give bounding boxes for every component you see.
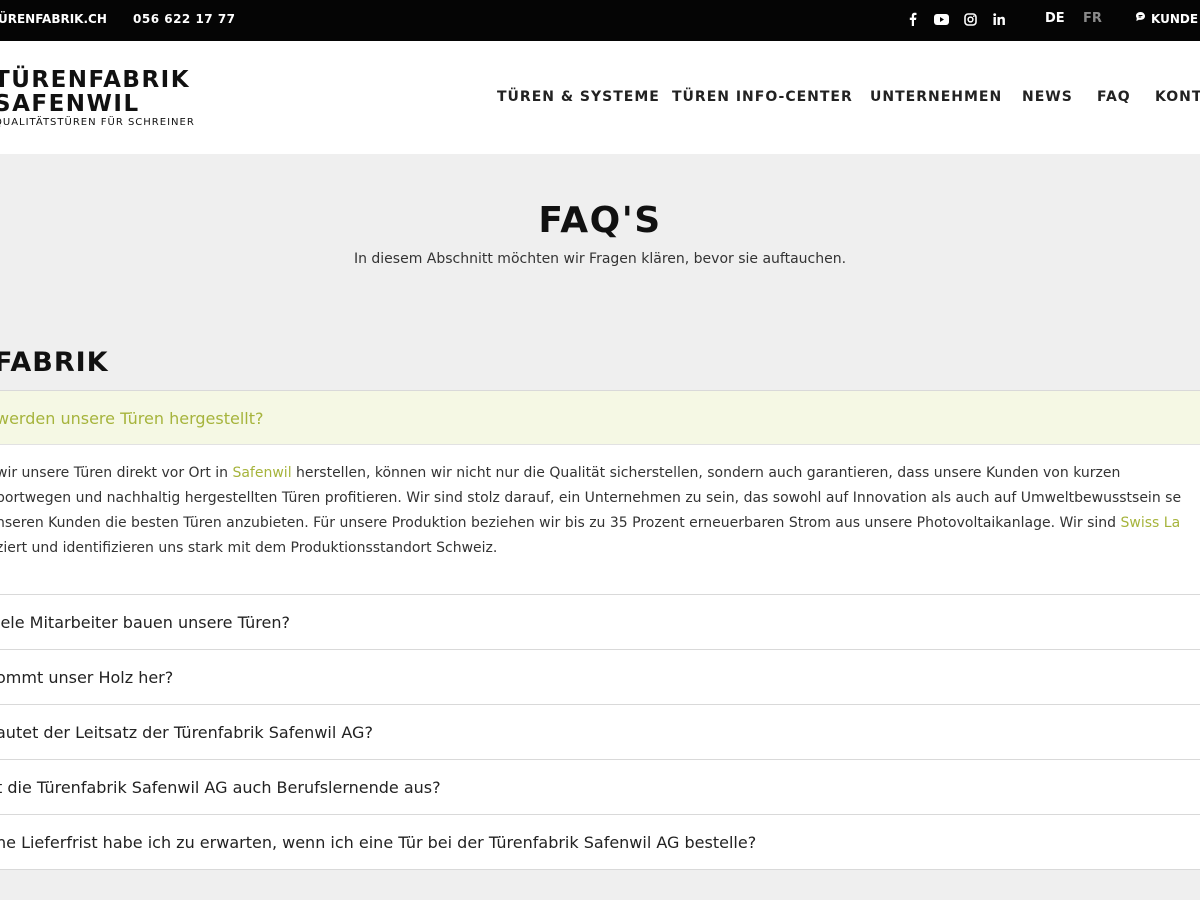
faq-accordion: werden unsere Türen hergestellt? wir uns… [0, 390, 1200, 870]
logo-tagline: QUALITÄTSTÜREN FÜR SCHREINER [0, 117, 195, 128]
faq-question: t die Türenfabrik Safenwil AG auch Beruf… [0, 778, 441, 797]
faq-item[interactable]: autet der Leitsatz der Türenfabrik Safen… [0, 704, 1200, 759]
brain-icon [1134, 11, 1147, 26]
lang-de[interactable]: DE [1045, 11, 1065, 26]
page-title: FAQ'S [538, 200, 662, 241]
top-bar: ÜRENFABRIK.CH 056 622 17 77 DE FR KUNDE [0, 0, 1200, 41]
nav-tueren-systeme[interactable]: TÜREN & SYSTEME [497, 89, 660, 105]
section-title: FABRIK [0, 347, 109, 378]
faq-question: autet der Leitsatz der Türenfabrik Safen… [0, 723, 373, 742]
faq-question: ommt unser Holz her? [0, 668, 174, 687]
safenwil-link[interactable]: Safenwil [232, 465, 291, 481]
nav-info-center[interactable]: TÜREN INFO-CENTER [672, 89, 853, 105]
customer-login-label: KUNDE [1151, 11, 1199, 26]
faq-question: iele Mitarbeiter bauen unsere Türen? [0, 613, 291, 632]
nav-faq[interactable]: FAQ [1097, 89, 1131, 105]
answer-line-2: portwegen und nachhaltig hergestellten T… [0, 490, 1182, 506]
nav-news[interactable]: NEWS [1022, 89, 1073, 105]
swiss-label-link[interactable]: Swiss La [1121, 515, 1181, 531]
nav-kontakt[interactable]: KONT [1155, 89, 1200, 105]
phone-link[interactable]: 056 622 17 77 [133, 12, 236, 26]
site-header: TÜRENFABRIK SAFENWIL QUALITÄTSTÜREN FÜR … [0, 41, 1200, 154]
logo-line-1: TÜRENFABRIK [0, 67, 191, 93]
instagram-icon[interactable] [961, 10, 979, 28]
linkedin-icon[interactable] [990, 10, 1008, 28]
customer-login-link[interactable]: KUNDE [1134, 11, 1198, 26]
nav-unternehmen[interactable]: UNTERNEHMEN [870, 89, 1002, 105]
faq-item[interactable]: he Lieferfrist habe ich zu erwarten, wen… [0, 814, 1200, 869]
answer-line-3: nseren Kunden die besten Türen anzubiete… [0, 515, 1181, 531]
faq-question: werden unsere Türen hergestellt? [0, 409, 264, 428]
email-link[interactable]: ÜRENFABRIK.CH [0, 12, 107, 26]
answer-line-1: wir unsere Türen direkt vor Ort in Safen… [0, 465, 1121, 481]
lang-fr[interactable]: FR [1083, 11, 1102, 26]
answer-line-4: ziert und identifizieren uns stark mit d… [0, 540, 498, 556]
faq-item[interactable]: iele Mitarbeiter bauen unsere Türen? [0, 594, 1200, 649]
faq-item[interactable]: ommt unser Holz her? [0, 649, 1200, 704]
faq-answer: wir unsere Türen direkt vor Ort in Safen… [0, 445, 1200, 594]
faq-question: he Lieferfrist habe ich zu erwarten, wen… [0, 833, 757, 852]
divider [0, 869, 1200, 870]
facebook-icon[interactable] [904, 10, 922, 28]
faq-item[interactable]: t die Türenfabrik Safenwil AG auch Beruf… [0, 759, 1200, 814]
youtube-icon[interactable] [932, 10, 950, 28]
page-subtitle: In diesem Abschnitt möchten wir Fragen k… [353, 251, 847, 267]
logo-line-2: SAFENWIL [0, 91, 140, 117]
logo[interactable]: TÜRENFABRIK SAFENWIL QUALITÄTSTÜREN FÜR … [0, 68, 195, 128]
faq-item-active[interactable]: werden unsere Türen hergestellt? [0, 390, 1200, 445]
